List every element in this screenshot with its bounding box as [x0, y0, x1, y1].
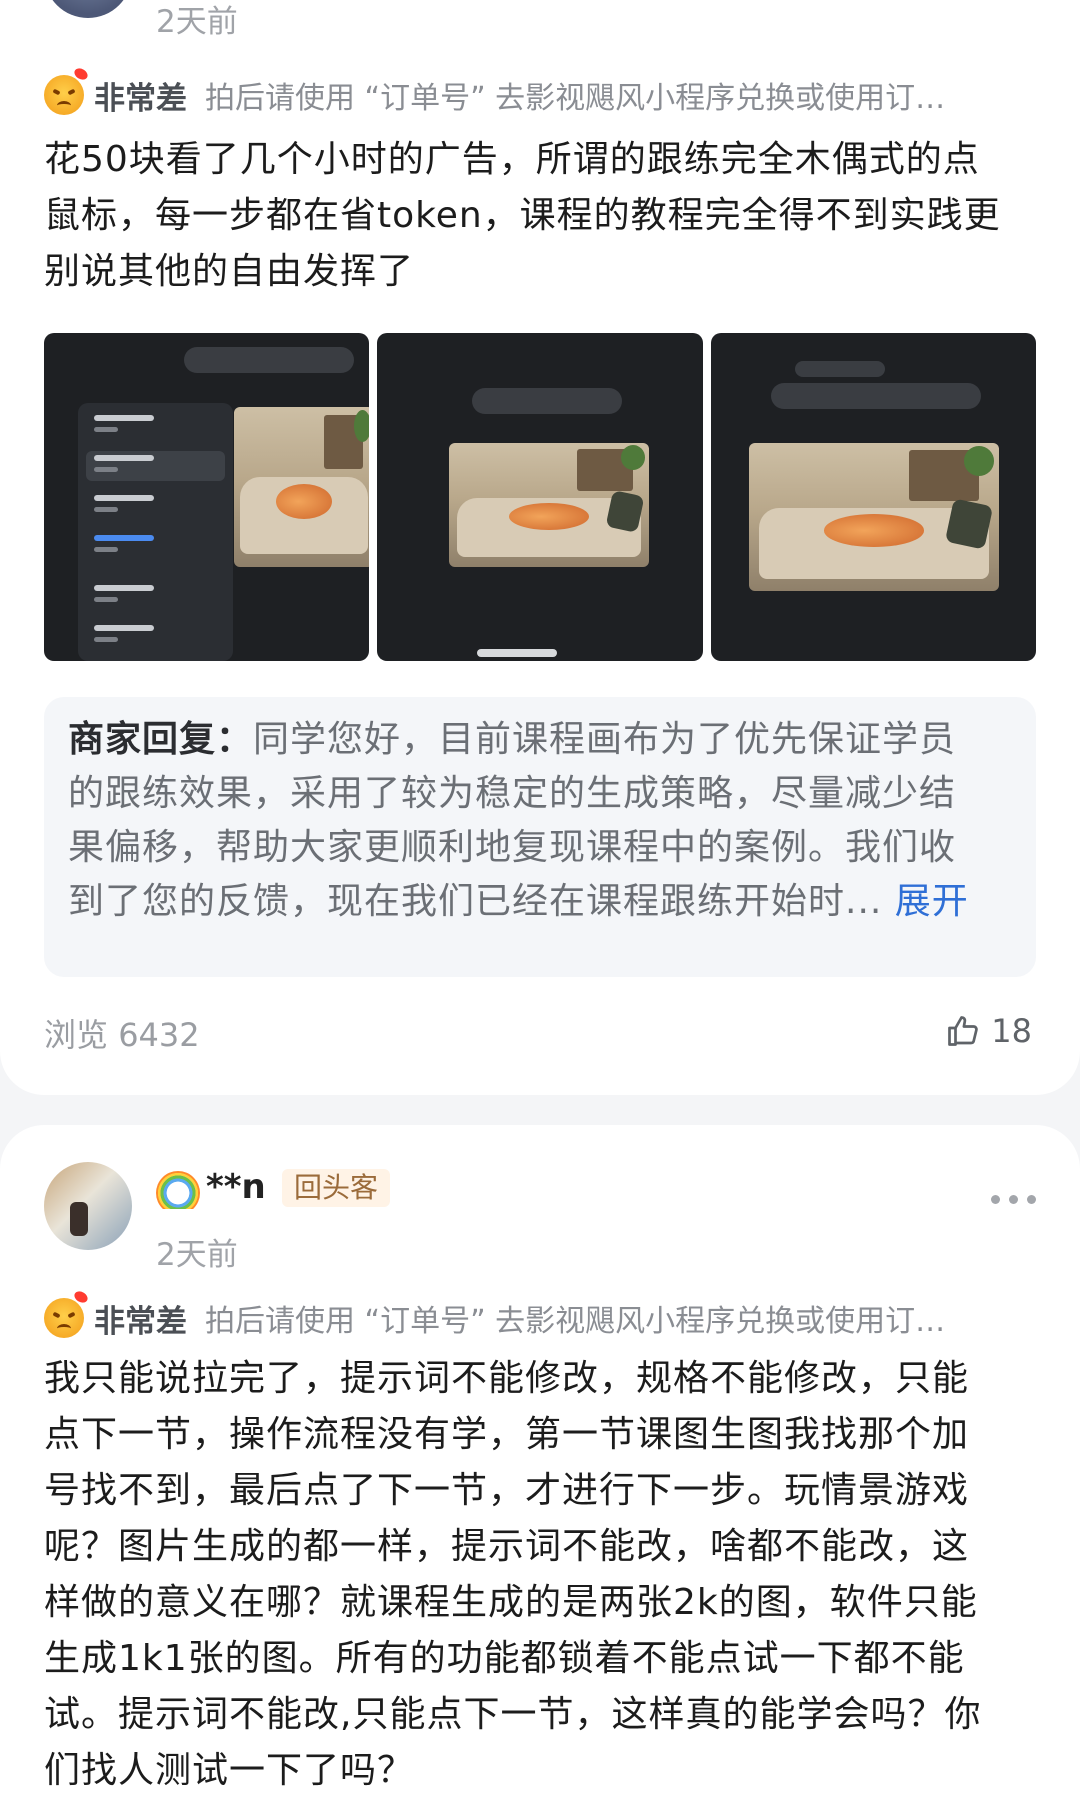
photo-toolbar	[472, 388, 623, 414]
review-body-line: 花50块看了几个小时的广告，所谓的跟练完全木偶式的点	[44, 139, 980, 180]
merchant-reply-line: 果偏移，帮助大家更顺利地复现课程中的案例。我们收	[68, 827, 957, 868]
merchant-reply-line: 同学您好，目前课程画布为了优先保证学员	[253, 719, 957, 760]
review-time: 2天前	[156, 4, 238, 40]
review-photo[interactable]	[377, 333, 703, 661]
more-dot-icon	[991, 1195, 1000, 1204]
like-count: 18	[991, 1012, 1032, 1050]
angry-face-icon	[44, 66, 90, 115]
more-dot-icon	[1009, 1195, 1018, 1204]
review-body-line: 样做的意义在哪？就课程生成的是两张2k的图，软件只能	[44, 1582, 978, 1623]
review-photo[interactable]	[44, 333, 370, 661]
review-body-line: 别说其他的自由发挥了	[44, 251, 415, 292]
more-dot-icon	[1027, 1195, 1036, 1204]
rating-row: 非常差 拍后请使用 “订单号” 去影视飓风小程序兑换或使用订…	[44, 1289, 1044, 1343]
rainbow-icon	[156, 1165, 200, 1209]
view-count-label: 浏览	[44, 1016, 109, 1054]
thumbs-up-icon	[948, 1016, 979, 1046]
merchant-reply-text: 商家回复：同学您好，目前课程画布为了优先保证学员 的跟练效果，采用了较为稳定的生…	[68, 713, 1018, 929]
returning-customer-badge: 回头客	[282, 1169, 391, 1207]
review-time: 2天前	[156, 1237, 238, 1273]
rating-label: 非常差	[94, 1303, 187, 1340]
review-body: 花50块看了几个小时的广告，所谓的跟练完全木偶式的点 鼠标，每一步都在省toke…	[44, 132, 1040, 300]
merchant-reply-label: 商家回复：	[68, 719, 254, 760]
sofa-cat-image	[449, 443, 650, 567]
expand-link[interactable]: 展开	[895, 881, 969, 922]
review-body-line: 呢？图片生成的都一样，提示词不能改，啥都不能改，这	[44, 1526, 970, 1567]
avatar[interactable]	[44, 1162, 132, 1250]
review-card: 2天前 非常差 拍后请使用 “订单号” 去影视飓风小程序兑换或使用订… 花50块…	[0, 0, 1080, 1095]
more-options-button[interactable]	[991, 1195, 1036, 1204]
model-menu	[78, 403, 233, 661]
merchant-reply: 商家回复：同学您好，目前课程画布为了优先保证学员 的跟练效果，采用了较为稳定的生…	[44, 697, 1036, 977]
caption-bar	[477, 649, 558, 657]
tooltip	[794, 361, 885, 377]
sofa-cat-image	[748, 443, 999, 591]
merchant-reply-line: 的跟练效果，采用了较为稳定的生成策略，尽量减少结	[68, 773, 957, 814]
photo-toolbar	[184, 347, 354, 373]
view-count-value: 6432	[118, 1016, 200, 1054]
rating-label: 非常差	[94, 80, 187, 117]
sofa-cat-image	[234, 407, 370, 567]
avatar[interactable]	[44, 0, 132, 18]
review-body: 我只能说拉完了，提示词不能修改，规格不能修改，只能 点下一节，操作流程没有学，第…	[44, 1351, 1040, 1799]
username-text: **n	[206, 1167, 266, 1207]
review-card: **n 回头客 2天前 非常差 拍后请使用 “订单号” 去影视飓风小程序兑换或使…	[0, 1125, 1080, 1803]
order-note: 拍后请使用 “订单号” 去影视飓风小程序兑换或使用订…	[205, 81, 946, 116]
view-count: 浏览 6432	[44, 1010, 200, 1056]
angry-face-icon	[44, 1289, 90, 1338]
like-button[interactable]: 18	[945, 1012, 1032, 1050]
review-body-line: 点下一节，操作流程没有学，第一节课图生图我找那个加	[44, 1414, 970, 1455]
photo-toolbar	[770, 383, 981, 409]
review-body-line: 号找不到，最后点了下一节，才进行下一步。玩情景游戏	[44, 1470, 970, 1511]
review-photo[interactable]	[710, 333, 1036, 661]
username[interactable]: **n	[156, 1165, 266, 1209]
review-body-line: 我只能说拉完了，提示词不能修改，规格不能修改，只能	[44, 1358, 970, 1399]
merchant-reply-line: 到了您的反馈，现在我们已经在课程跟练开始时...	[68, 881, 883, 922]
rating-row: 非常差 拍后请使用 “订单号” 去影视飓风小程序兑换或使用订…	[44, 66, 1044, 120]
review-body-line: 们找人测试一下了吗？	[44, 1750, 415, 1791]
review-photos	[44, 333, 1036, 661]
review-body-line: 试。提示词不能改,只能点下一节，这样真的能学会吗？你	[44, 1694, 982, 1735]
review-body-line: 生成1k1张的图。所有的功能都锁着不能点试一下都不能	[44, 1638, 965, 1679]
order-note: 拍后请使用 “订单号” 去影视飓风小程序兑换或使用订…	[205, 1304, 946, 1339]
review-body-line: 鼠标，每一步都在省token，课程的教程完全得不到实践更	[44, 195, 1001, 236]
